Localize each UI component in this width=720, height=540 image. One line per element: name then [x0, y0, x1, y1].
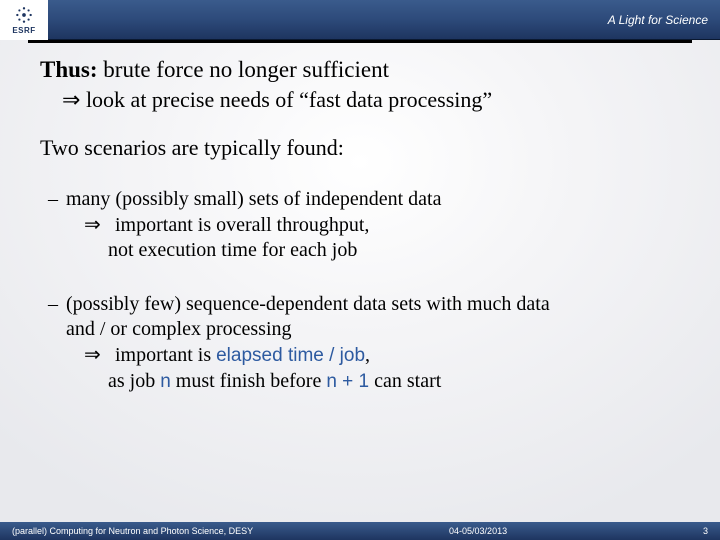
- arrow-icon: ⇒: [62, 87, 80, 112]
- bullet2-line3: as job n must finish before n + 1 can st…: [108, 369, 690, 395]
- logo: ESRF: [0, 0, 48, 40]
- bullet2-line2: ⇒ important is elapsed time / job,: [84, 343, 690, 369]
- footer-page-number: 3: [703, 526, 708, 536]
- bullet1-line3: not execution time for each job: [108, 238, 690, 264]
- bullet1-line2: ⇒ important is overall throughput,: [84, 213, 690, 239]
- slide-content: Thus: brute force no longer sufficient ⇒…: [0, 43, 720, 394]
- bullet-2: –(possibly few) sequence-dependent data …: [48, 292, 690, 394]
- slide-header: ESRF A Light for Science: [0, 0, 720, 40]
- slide-footer: (parallel) Computing for Neutron and Pho…: [0, 522, 720, 540]
- dash-icon: –: [48, 187, 66, 213]
- subline-text: look at precise needs of “fast data proc…: [80, 87, 492, 112]
- logo-icon: [14, 5, 34, 25]
- tagline: A Light for Science: [608, 13, 708, 27]
- bullet1-line1: many (possibly small) sets of independen…: [66, 188, 441, 210]
- footer-center: 04-05/03/2013: [449, 526, 507, 536]
- subline: ⇒ look at precise needs of “fast data pr…: [62, 87, 690, 113]
- logo-text: ESRF: [12, 26, 35, 35]
- arrow-icon: ⇒: [84, 343, 110, 369]
- highlight-n: n: [160, 371, 171, 392]
- title-rest: brute force no longer sufficient: [98, 57, 389, 82]
- bullet2-line1: (possibly few) sequence-dependent data s…: [66, 293, 550, 315]
- dash-icon: –: [48, 292, 66, 318]
- title-lead: Thus:: [40, 57, 98, 82]
- bullet2-line1b: and / or complex processing: [66, 317, 690, 343]
- bullet-1: –many (possibly small) sets of independe…: [48, 187, 690, 264]
- arrow-icon: ⇒: [84, 213, 110, 239]
- highlight-elapsed: elapsed time / job: [216, 345, 365, 366]
- highlight-n1: n + 1: [326, 371, 369, 392]
- footer-left: (parallel) Computing for Neutron and Pho…: [12, 526, 253, 536]
- slide-title: Thus: brute force no longer sufficient: [40, 57, 690, 83]
- section-heading: Two scenarios are typically found:: [40, 135, 690, 161]
